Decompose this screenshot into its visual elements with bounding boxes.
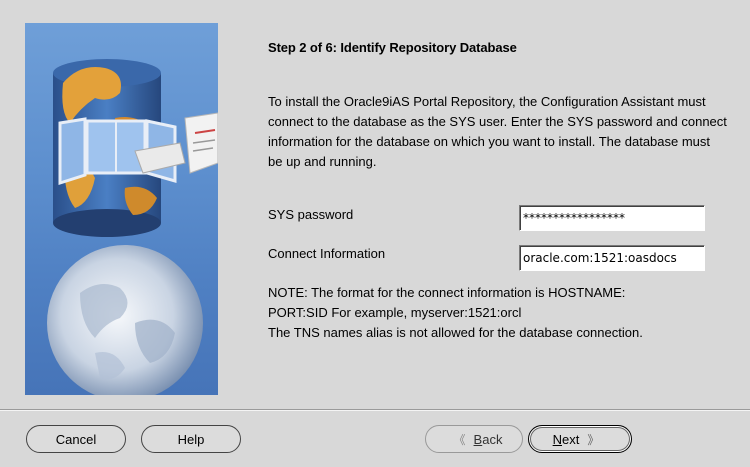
cancel-button-label: Cancel	[55, 431, 97, 447]
connect-information-field[interactable]	[519, 245, 705, 271]
format-note: NOTE: The format for the connect informa…	[268, 283, 738, 343]
note-line-2: PORT:SID For example, myserver:1521:orcl	[268, 305, 522, 320]
note-line-1: NOTE: The format for the connect informa…	[268, 285, 626, 300]
step-content: Step 2 of 6: Identify Repository Databas…	[268, 40, 728, 169]
oracle-illustration-panel	[25, 23, 218, 395]
next-arrow-icon: 》	[587, 432, 600, 447]
connect-information-label: Connect Information	[268, 246, 386, 261]
button-bar-divider	[0, 409, 750, 411]
sys-password-field[interactable]	[519, 205, 705, 231]
note-line-3: The TNS names alias is not allowed for t…	[268, 325, 643, 340]
cancel-button[interactable]: Cancel	[26, 425, 126, 453]
database-globe-illustration	[47, 59, 218, 395]
next-button-label: Next	[552, 431, 580, 447]
intro-text: To install the Oracle9iAS Portal Reposit…	[268, 94, 727, 169]
back-button-label: Back	[473, 431, 503, 447]
back-button[interactable]: 《 Back	[425, 425, 523, 453]
help-button-label: Help	[177, 431, 205, 447]
sys-password-label: SYS password	[268, 207, 354, 222]
next-button[interactable]: Next 》	[528, 425, 632, 453]
installer-window: Step 2 of 6: Identify Repository Databas…	[0, 0, 750, 467]
step-title: Step 2 of 6: Identify Repository Databas…	[268, 40, 517, 55]
help-button[interactable]: Help	[141, 425, 241, 453]
back-arrow-icon: 《	[453, 432, 466, 447]
